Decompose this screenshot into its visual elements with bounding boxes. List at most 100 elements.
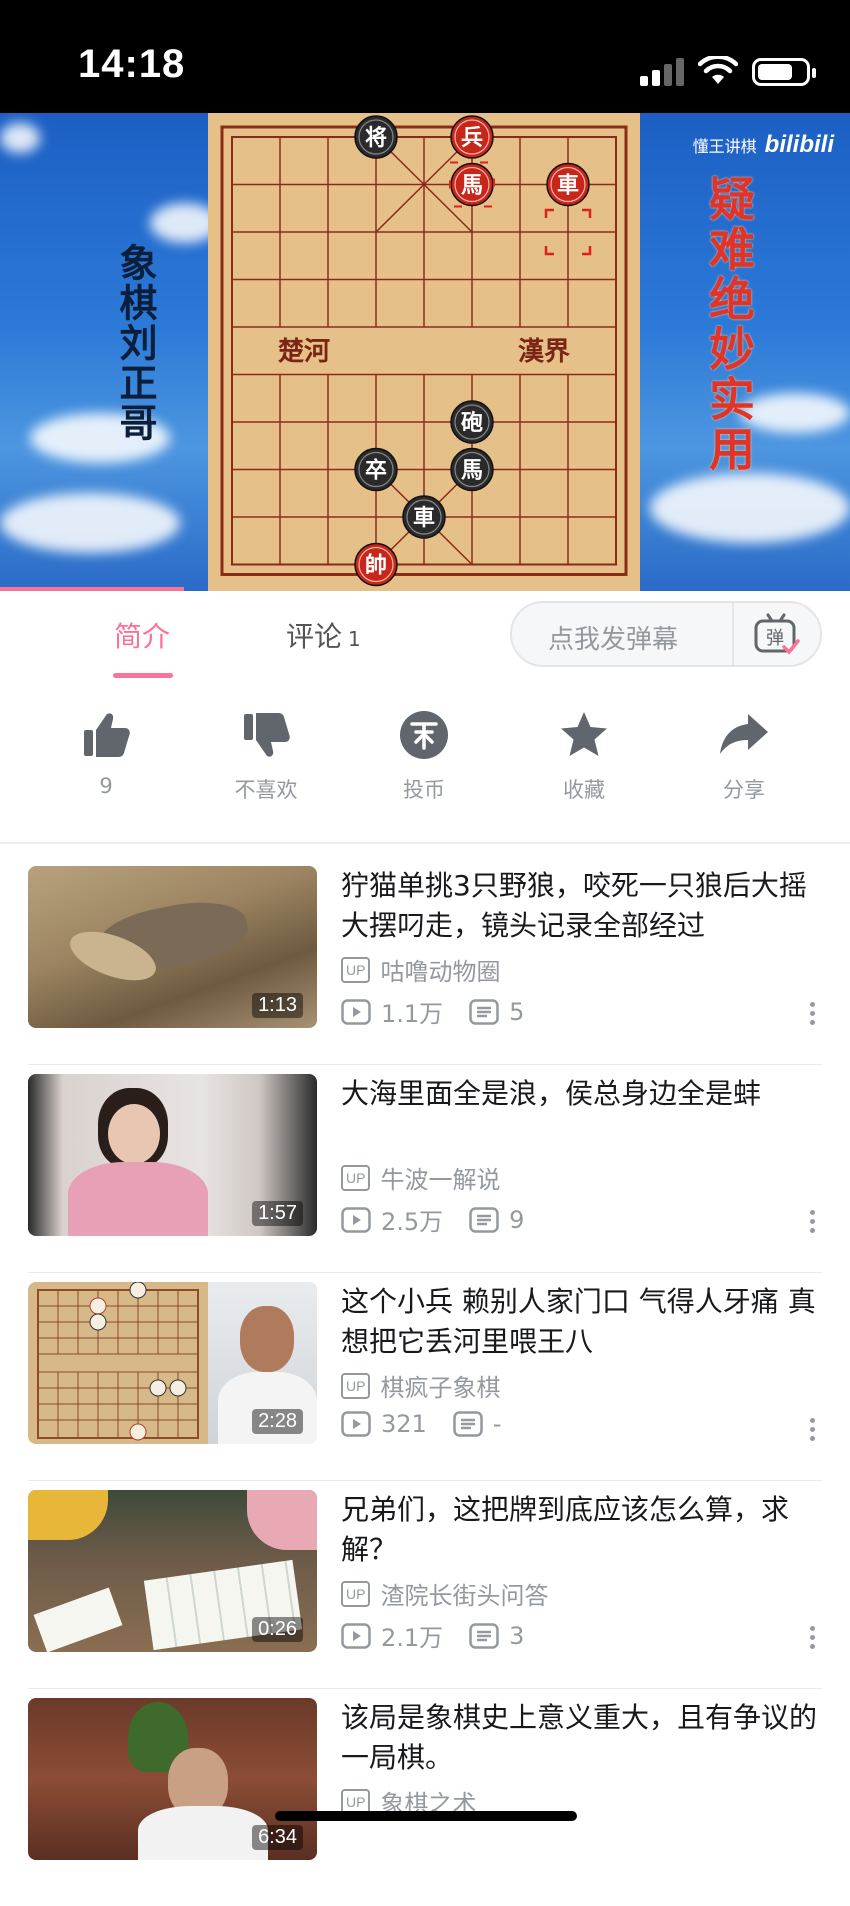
watermark: 懂王讲棋 bilibili (693, 131, 834, 159)
tab-comments[interactable]: 评论 1 (286, 615, 361, 655)
danmaku-count: 9 (509, 1205, 525, 1234)
star-icon (561, 712, 607, 756)
chess-piece-label: 帥 (365, 553, 387, 579)
danmaku-count: 5 (509, 997, 525, 1026)
up-badge: UP (341, 1372, 371, 1399)
video-title[interactable]: 该局是象棋史上意义重大，且有争议的一局棋。 (341, 1698, 821, 1778)
chess-piece-label: 卒 (365, 458, 387, 484)
video-stats: 2.5万 9 (341, 1202, 550, 1237)
watermark-text: 懂王讲棋 (692, 137, 757, 156)
video-thumbnail[interactable]: 2:28 (28, 1282, 317, 1444)
tab-intro[interactable]: 简介 (114, 615, 170, 655)
status-time: 14:18 (78, 42, 186, 86)
play-count-icon (341, 998, 371, 1025)
up-badge: UP (341, 956, 371, 983)
danmaku-count-icon (469, 1206, 499, 1233)
uploader[interactable]: UP 牛波一解说 (341, 1160, 500, 1195)
more-options-icon[interactable] (808, 1414, 816, 1445)
favorite-label: 收藏 (563, 778, 605, 802)
video-title[interactable]: 这个小兵 赖别人家门口 气得人牙痛 真想把它丢河里喂王八 (341, 1282, 821, 1362)
favorite-button[interactable]: 收藏 (524, 710, 644, 804)
tab-comments-label: 评论 (286, 620, 343, 653)
status-icons (640, 46, 816, 86)
list-item[interactable]: 0:26 兄弟们，这把牌到底应该怎么算，求解？ UP 渣院长街头问答 2.1万 3 (0, 1480, 850, 1698)
tab-bar: 简介 评论 1 点我发弹幕 弹 (0, 591, 850, 691)
chess-board-thumb (37, 1282, 199, 1441)
danmaku-count-icon (469, 1622, 499, 1649)
wifi-icon (698, 56, 738, 84)
list-item[interactable]: 6:34 该局是象棋史上意义重大，且有争议的一局棋。 UP 象棋之术 (0, 1688, 850, 1906)
related-video-list: 1:13 狞猫单挑3只野狼，咬死一只狼后大摇大摆叼走，镜头记录全部经过 UP 咕噜… (0, 866, 850, 1906)
uploader[interactable]: UP 渣院长街头问答 (341, 1576, 548, 1611)
uploader[interactable]: UP 咕噜动物圈 (341, 952, 500, 987)
like-button[interactable]: 9 (46, 710, 166, 798)
video-title[interactable]: 兄弟们，这把牌到底应该怎么算，求解？ (341, 1490, 821, 1570)
chess-piece: 兵 (450, 115, 494, 159)
list-item[interactable]: 1:13 狞猫单挑3只野狼，咬死一只狼后大摇大摆叼走，镜头记录全部经过 UP 咕噜… (0, 866, 850, 1074)
coin-button[interactable]: 投币 (364, 710, 484, 804)
video-title[interactable]: 大海里面全是浪，侯总身边全是蚌 (341, 1074, 821, 1114)
dislike-button[interactable]: 不喜欢 (206, 710, 326, 804)
video-duration: 1:57 (252, 1201, 303, 1226)
chess-piece-label: 将 (365, 125, 387, 151)
more-options-icon[interactable] (808, 1206, 816, 1237)
danmaku-count: - (492, 1410, 502, 1438)
right-caption: 疑难绝妙实用 (702, 175, 756, 475)
view-count: 2.5万 (381, 1208, 444, 1236)
video-duration: 0:26 (252, 1617, 303, 1642)
status-bar: 14:18 (0, 0, 850, 113)
video-thumbnail[interactable]: 1:57 (28, 1074, 317, 1236)
more-options-icon[interactable] (808, 1622, 816, 1653)
left-caption: 象棋刘正哥 (113, 243, 158, 443)
svg-text:弹: 弹 (766, 628, 784, 649)
video-stats: 2.1万 3 (341, 1618, 550, 1653)
chess-piece: 車 (546, 162, 590, 207)
video-duration: 6:34 (252, 1825, 303, 1850)
chess-piece-label: 馬 (461, 173, 483, 199)
list-item[interactable]: 2:28 这个小兵 赖别人家门口 气得人牙痛 真想把它丢河里喂王八 UP 棋疯子象… (0, 1272, 850, 1490)
battery-icon (752, 58, 816, 86)
chess-piece: 馬 (450, 447, 494, 492)
danmaku-input[interactable]: 点我发弹幕 弹 (510, 601, 822, 667)
thumbs-down-icon (244, 713, 290, 757)
video-title[interactable]: 狞猫单挑3只野狼，咬死一只狼后大摇大摆叼走，镜头记录全部经过 (341, 866, 821, 946)
video-stats: 1.1万 5 (341, 994, 550, 1029)
xiangqi-board: 楚河 漢界将兵馬車砲卒馬車帥 (208, 113, 640, 591)
uploader[interactable]: UP 棋疯子象棋 (341, 1368, 500, 1403)
play-count-icon (341, 1206, 371, 1233)
share-button[interactable]: 分享 (684, 710, 804, 804)
cellular-signal-icon (640, 56, 684, 86)
chess-piece: 帥 (354, 542, 398, 587)
river-label-right: 漢界 (518, 337, 570, 367)
chess-piece: 車 (402, 495, 446, 539)
tab-comments-count: 1 (348, 627, 361, 651)
home-indicator[interactable] (275, 1811, 577, 1821)
chess-piece: 馬 (449, 161, 495, 208)
danmaku-count-icon (453, 1411, 483, 1437)
action-row: 9 不喜欢 投币 收藏 分享 (0, 700, 850, 830)
list-item[interactable]: 1:57 大海里面全是浪，侯总身边全是蚌 UP 牛波一解说 2.5万 9 (0, 1064, 850, 1282)
dislike-label: 不喜欢 (234, 778, 298, 802)
danmaku-toggle-button[interactable]: 弹 (732, 603, 820, 665)
chess-piece-label: 砲 (461, 410, 483, 436)
danmaku-placeholder: 点我发弹幕 (548, 625, 679, 655)
video-thumbnail[interactable]: 6:34 (28, 1698, 317, 1860)
video-thumbnail[interactable]: 0:26 (28, 1490, 317, 1652)
share-label: 分享 (723, 778, 765, 802)
danmaku-icon: 弹 (754, 613, 800, 655)
chess-piece-label: 車 (557, 173, 579, 199)
video-stats: 321 - (341, 1410, 527, 1438)
share-icon (720, 714, 768, 754)
video-duration: 1:13 (252, 993, 303, 1018)
river-label-left: 楚河 (278, 337, 330, 367)
chess-piece: 将 (354, 115, 398, 159)
uploader-name: 咕噜动物圈 (380, 958, 501, 986)
video-player[interactable]: 象棋刘正哥 楚河 漢界将兵馬車砲卒馬車帥 疑难绝妙实用 懂王讲棋 bilibili (0, 113, 850, 591)
more-options-icon[interactable] (808, 998, 816, 1029)
view-count: 1.1万 (381, 1000, 444, 1028)
uploader-name: 棋疯子象棋 (380, 1374, 501, 1402)
up-badge: UP (341, 1164, 371, 1191)
coin-label: 投币 (403, 778, 445, 802)
video-thumbnail[interactable]: 1:13 (28, 866, 317, 1028)
play-count-icon (341, 1411, 371, 1437)
